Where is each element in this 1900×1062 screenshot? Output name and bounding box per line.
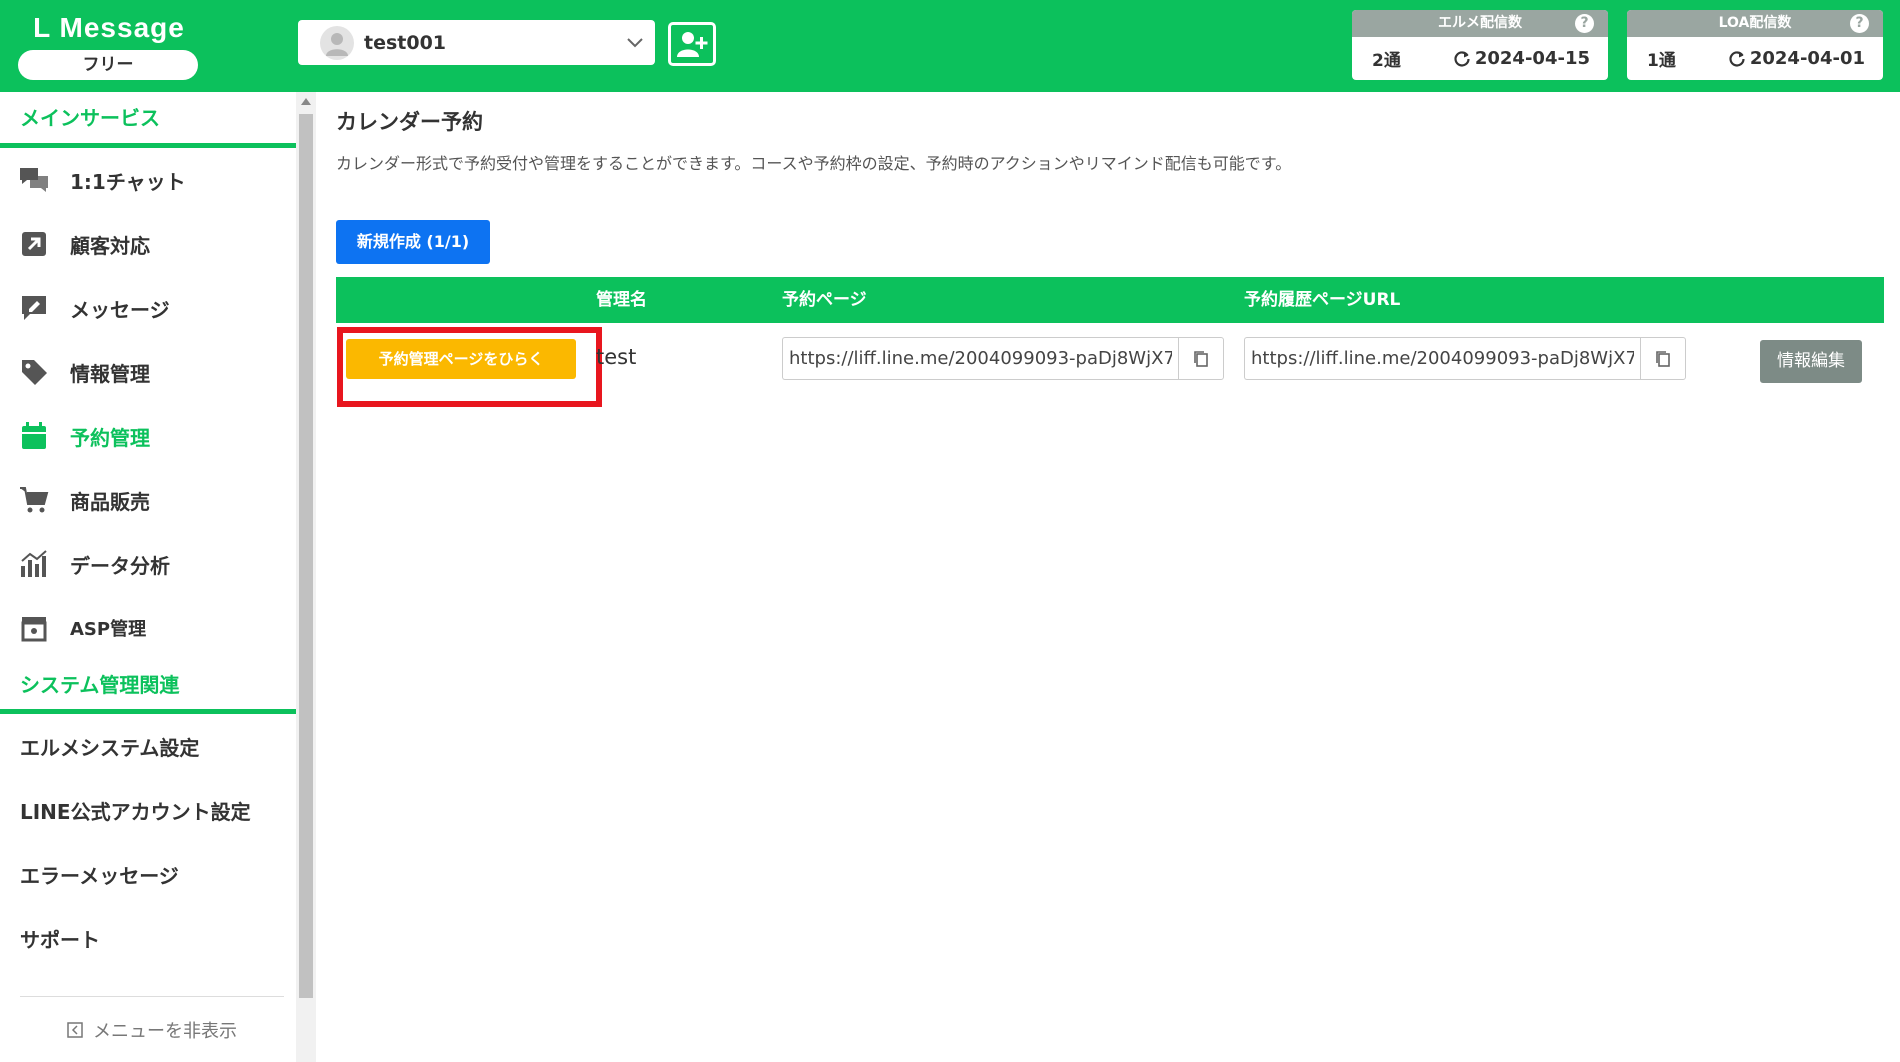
user-plus-icon xyxy=(677,32,708,57)
reservation-page-url-input[interactable] xyxy=(782,337,1178,380)
section-title-main-service: メインサービス xyxy=(0,92,296,148)
chevron-down-icon xyxy=(615,20,655,65)
sidebar-item-label: 顧客対応 xyxy=(70,233,150,258)
help-icon[interactable]: ? xyxy=(1850,14,1869,33)
asp-box-icon xyxy=(18,612,50,644)
cart-icon xyxy=(18,484,50,516)
refresh-icon xyxy=(1729,50,1745,67)
copy-button[interactable] xyxy=(1640,337,1686,380)
stat-reset-date: 2024-04-15 xyxy=(1453,48,1590,69)
history-page-url-input[interactable] xyxy=(1244,337,1640,380)
arrow-up-right-icon xyxy=(18,228,50,260)
hide-menu-button[interactable]: メニューを非表示 xyxy=(20,996,284,1062)
column-header-name: 管理名 xyxy=(596,290,647,310)
sidebar-item-info-management[interactable]: 情報管理 xyxy=(0,340,296,404)
sidebar-item-label: データ分析 xyxy=(70,553,170,578)
elme-delivery-card: エルメ配信数 ? 2通 2024-04-15 xyxy=(1352,10,1608,80)
stat-title: LOA配信数 ? xyxy=(1627,10,1883,37)
page-description: カレンダー形式で予約受付や管理をすることができます。コースや予約枠の設定、予約時… xyxy=(336,154,1292,173)
sidebar-item-asp-management[interactable]: ASP管理 xyxy=(0,596,296,660)
sidebar-item-line-account-settings[interactable]: LINE公式アカウント設定 xyxy=(0,778,296,842)
sidebar-item-elme-system-settings[interactable]: エルメシステム設定 xyxy=(0,714,296,778)
table-row: 予約管理ページをひらく test 情報編集 xyxy=(336,323,1884,407)
main-content: カレンダー予約 カレンダー形式で予約受付や管理をすることができます。コースや予約… xyxy=(316,92,1900,1062)
tag-icon xyxy=(18,356,50,388)
reservation-name: test xyxy=(596,345,637,369)
sidebar-item-label: エルメシステム設定 xyxy=(20,735,200,760)
sidebar-item-error-messages[interactable]: エラーメッセージ xyxy=(0,842,296,906)
stat-count: 2通 xyxy=(1372,51,1401,71)
sidebar-item-label: メッセージ xyxy=(70,297,170,322)
sidebar-item-label: 情報管理 xyxy=(70,361,150,386)
loa-delivery-card: LOA配信数 ? 1通 2024-04-01 xyxy=(1627,10,1883,80)
create-new-button[interactable]: 新規作成 (1/1) xyxy=(336,220,490,264)
table-header: 管理名 予約ページ 予約履歴ページURL xyxy=(336,277,1884,323)
column-header-history-url: 予約履歴ページURL xyxy=(1244,290,1401,310)
sidebar: メインサービス 1:1チャット 顧客対応 メッセージ 情報管理 予約管理 商品販… xyxy=(0,92,296,1062)
highlight-annotation xyxy=(337,327,602,407)
copy-button[interactable] xyxy=(1178,337,1224,380)
help-icon[interactable]: ? xyxy=(1575,14,1594,33)
add-friend-button[interactable] xyxy=(668,22,716,66)
stat-date-text: 2024-04-15 xyxy=(1474,48,1590,69)
top-header: L Message フリー test001 エルメ配信数 ? 2通 2024-0… xyxy=(0,0,1900,92)
page-title: カレンダー予約 xyxy=(336,110,483,134)
stat-title-text: LOA配信数 xyxy=(1718,15,1792,31)
sidebar-item-customer-support[interactable]: 顧客対応 xyxy=(0,212,296,276)
scroll-up-arrow-icon[interactable] xyxy=(301,98,311,105)
stat-title-text: エルメ配信数 xyxy=(1438,15,1522,31)
copy-icon xyxy=(1194,350,1208,367)
reservation-page-url-group xyxy=(782,337,1224,380)
avatar-icon xyxy=(320,25,354,60)
scrollbar-thumb[interactable] xyxy=(299,114,313,998)
refresh-icon xyxy=(1454,50,1470,67)
account-selector[interactable]: test001 xyxy=(298,20,655,65)
chart-icon xyxy=(18,548,50,580)
chat-icon xyxy=(18,164,50,196)
sidebar-item-reservation-management[interactable]: 予約管理 xyxy=(0,404,296,468)
sidebar-item-label: 商品販売 xyxy=(70,489,150,514)
sidebar-scrollbar[interactable] xyxy=(296,92,316,1062)
copy-icon xyxy=(1656,350,1670,367)
sidebar-item-support[interactable]: サポート xyxy=(0,906,296,970)
stat-reset-date: 2024-04-01 xyxy=(1728,48,1865,69)
account-name: test001 xyxy=(364,31,447,54)
brand-logo: L Message xyxy=(33,12,185,43)
stat-count: 1通 xyxy=(1647,51,1676,71)
sidebar-item-message[interactable]: メッセージ xyxy=(0,276,296,340)
edit-info-button[interactable]: 情報編集 xyxy=(1760,340,1862,383)
sidebar-item-data-analysis[interactable]: データ分析 xyxy=(0,532,296,596)
message-edit-icon xyxy=(18,292,50,324)
stat-date-text: 2024-04-01 xyxy=(1749,48,1865,69)
sidebar-item-label: サポート xyxy=(20,927,100,952)
sidebar-item-label: 1:1チャット xyxy=(70,169,186,194)
sidebar-item-product-sales[interactable]: 商品販売 xyxy=(0,468,296,532)
plan-badge: フリー xyxy=(18,50,198,80)
history-page-url-group xyxy=(1244,337,1686,380)
section-title-system: システム管理関連 xyxy=(0,660,296,714)
brand[interactable]: L Message フリー xyxy=(18,10,200,80)
sidebar-item-label: エラーメッセージ xyxy=(20,863,179,888)
sidebar-item-chat[interactable]: 1:1チャット xyxy=(0,148,296,212)
calendar-icon xyxy=(18,420,50,452)
sidebar-item-label: LINE公式アカウント設定 xyxy=(20,799,251,824)
hide-menu-label: メニューを非表示 xyxy=(93,1020,237,1042)
stat-title: エルメ配信数 ? xyxy=(1352,10,1608,37)
sidebar-item-label: 予約管理 xyxy=(70,425,150,450)
sidebar-item-label: ASP管理 xyxy=(70,619,147,640)
column-header-reservation-page: 予約ページ xyxy=(782,290,867,310)
collapse-icon xyxy=(67,1021,83,1038)
